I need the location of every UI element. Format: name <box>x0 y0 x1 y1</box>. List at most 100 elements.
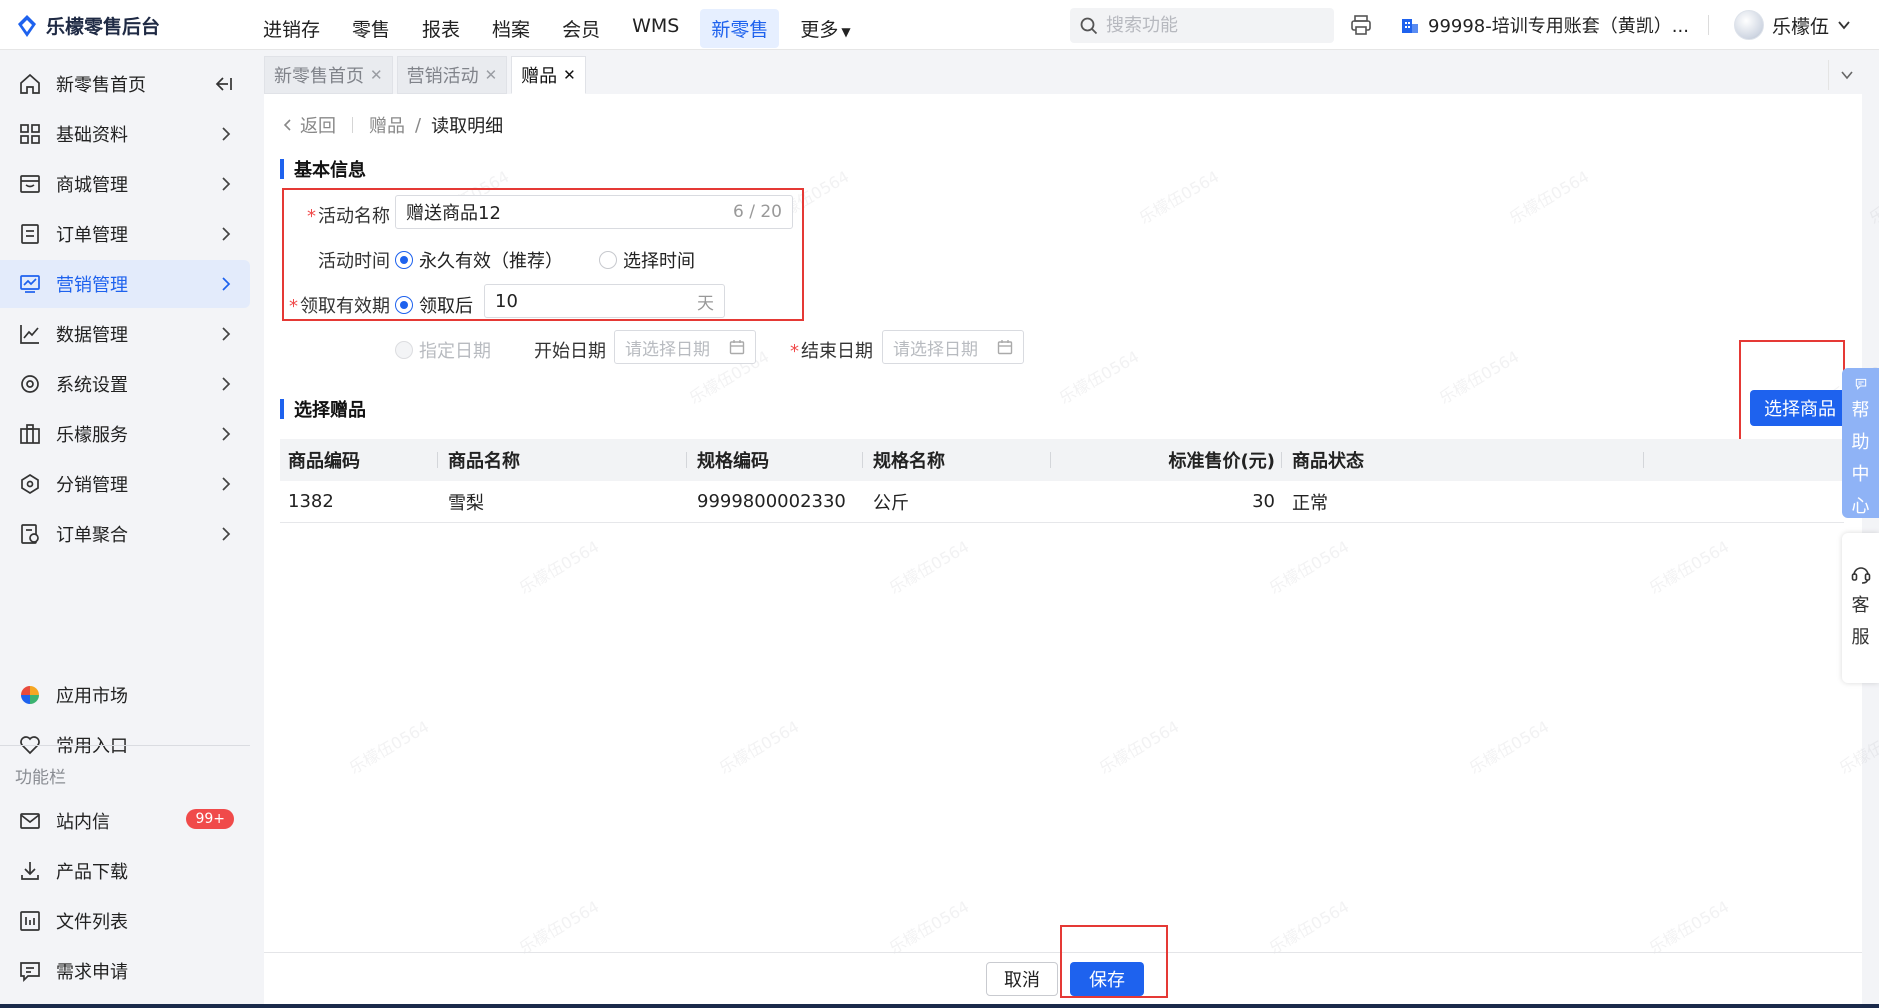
chat-icon <box>1855 378 1866 390</box>
close-icon[interactable]: ✕ <box>563 66 576 84</box>
col-separator <box>1281 452 1282 468</box>
aggregate-icon <box>21 524 39 544</box>
sidebar-item-lemeng-service[interactable]: 乐檬服务 <box>0 410 250 458</box>
tabs-dropdown[interactable] <box>1828 60 1864 90</box>
page-tabs: 新零售首页 ✕ 营销活动 ✕ 赠品 ✕ <box>264 56 586 94</box>
date-placeholder: 请选择日期 <box>893 339 978 360</box>
nav-item-new-retail[interactable]: 新零售 <box>700 9 780 48</box>
watermark: 乐檬伍0564 <box>1095 716 1183 778</box>
sidebar-item-label: 基础资料 <box>56 125 128 146</box>
col-separator <box>1050 452 1051 468</box>
calendar-icon <box>729 340 745 355</box>
user-menu[interactable]: 乐檬伍 <box>1734 10 1851 40</box>
store-icon <box>20 175 40 193</box>
tab-label: 新零售首页 <box>274 66 364 87</box>
radio-label: 指定日期 <box>419 341 491 362</box>
nav-item-reports[interactable]: 报表 <box>411 9 471 48</box>
search-input[interactable] <box>1106 15 1306 36</box>
distribution-icon <box>21 473 39 495</box>
validity-days-input[interactable]: 10 天 <box>484 284 725 318</box>
save-button[interactable]: 保存 <box>1070 962 1144 996</box>
sidebar-item-product-download[interactable]: 产品下载 <box>0 847 250 895</box>
printer-icon[interactable] <box>1349 13 1373 37</box>
account-switcher[interactable]: 99998-培训专用账套（黄凯）... <box>1400 12 1689 38</box>
nav-item-inventory[interactable]: 进销存 <box>252 9 331 48</box>
breadcrumb: 返回 赠品 / 读取明细 <box>282 112 503 138</box>
radio-after-receive[interactable]: 领取后 <box>395 292 473 318</box>
sidebar-item-order-aggregation[interactable]: 订单聚合 <box>0 510 250 558</box>
top-bar: 乐檬零售后台 进销存 零售 报表 档案 会员 WMS 新零售 更多▼ 99998… <box>0 0 1879 50</box>
tab-new-retail-home[interactable]: 新零售首页 ✕ <box>264 56 393 94</box>
sidebar-item-new-retail-home[interactable]: 新零售首页 <box>0 60 250 108</box>
required-mark: * <box>289 296 298 317</box>
back-label: 返回 <box>300 116 336 137</box>
watermark: 乐檬伍0564 <box>345 716 433 778</box>
cell-spec-name: 公斤 <box>873 492 909 514</box>
radio-select-time[interactable]: 选择时间 <box>599 247 695 273</box>
service-char: 客 <box>1851 595 1870 616</box>
sidebar-item-requests[interactable]: 需求申请 <box>0 947 250 995</box>
breadcrumb-parent[interactable]: 赠品 <box>369 112 405 138</box>
nav-item-member[interactable]: 会员 <box>551 9 611 48</box>
sidebar-item-settings[interactable]: 系统设置 <box>0 360 250 408</box>
sidebar-item-distribution[interactable]: 分销管理 <box>0 460 250 508</box>
radio-label: 选择时间 <box>623 251 695 272</box>
back-link[interactable]: 返回 <box>282 112 336 138</box>
sidebar-item-label: 分销管理 <box>56 475 128 496</box>
search-box[interactable] <box>1070 8 1334 43</box>
end-date-label: * 结束日期 <box>790 337 873 363</box>
home-icon <box>20 73 40 94</box>
sidebar-item-orders[interactable]: 订单管理 <box>0 210 250 258</box>
radio-specify-date[interactable]: 指定日期 <box>395 337 491 363</box>
close-icon[interactable]: ✕ <box>485 66 498 84</box>
sidebar-item-basic-data[interactable]: 基础资料 <box>0 110 250 158</box>
tab-marketing-activity[interactable]: 营销活动 ✕ <box>396 56 508 94</box>
col-separator <box>1643 452 1644 468</box>
end-date-picker[interactable]: 请选择日期 <box>882 330 1024 364</box>
cancel-button[interactable]: 取消 <box>986 962 1058 996</box>
sidebar-item-label: 订单管理 <box>56 225 128 246</box>
table-row[interactable]: 1382 雪梨 9999800002330 公斤 30 正常 <box>280 481 1844 523</box>
collapse-sidebar-icon[interactable] <box>214 75 234 93</box>
sidebar-section-label: 功能栏 <box>15 768 66 788</box>
mail-icon <box>20 813 40 829</box>
sidebar-item-data[interactable]: 数据管理 <box>0 310 250 358</box>
watermark: 乐檬伍0564 <box>1055 346 1143 408</box>
col-header-spec-code: 规格编码 <box>697 451 769 472</box>
calendar-icon <box>997 340 1013 355</box>
sidebar-item-mall[interactable]: 商城管理 <box>0 160 250 208</box>
cell-spec-code: 9999800002330 <box>697 491 846 512</box>
sidebar-item-marketing[interactable]: 营销管理 <box>0 260 250 308</box>
date-placeholder: 请选择日期 <box>625 339 710 360</box>
nav-item-wms[interactable]: WMS <box>621 9 690 48</box>
activity-name-input[interactable]: 赠送商品12 6 / 20 <box>395 195 793 229</box>
help-char: 助 <box>1851 432 1870 453</box>
radio-forever-valid[interactable]: 永久有效（推荐） <box>395 247 563 273</box>
sidebar-item-label: 商城管理 <box>56 175 128 196</box>
chevron-right-icon <box>222 427 231 441</box>
select-product-button[interactable]: 选择商品 <box>1750 390 1850 426</box>
sidebar-item-label: 站内信 <box>56 812 110 833</box>
customer-service-float[interactable]: 客 服 <box>1842 533 1879 683</box>
radio-checked <box>395 296 413 314</box>
nav-item-retail[interactable]: 零售 <box>341 9 401 48</box>
col-separator <box>686 452 687 468</box>
sidebar-item-messages[interactable]: 站内信 99+ <box>0 797 250 845</box>
help-center-float[interactable]: 帮 助 中 心 <box>1842 368 1879 518</box>
nav-item-more[interactable]: 更多 ▼ <box>789 9 861 48</box>
sidebar-item-file-list[interactable]: 文件列表 <box>0 897 250 945</box>
user-name: 乐檬伍 <box>1772 15 1830 38</box>
top-nav: 进销存 零售 报表 档案 会员 WMS 新零售 更多 ▼ <box>252 9 862 48</box>
chevron-right-icon <box>222 377 231 391</box>
sidebar-item-app-market[interactable]: 应用市场 <box>0 671 250 719</box>
tab-gift[interactable]: 赠品 ✕ <box>511 56 586 94</box>
app-title: 乐檬零售后台 <box>46 16 161 38</box>
account-name: 99998-培训专用账套（黄凯）... <box>1428 16 1689 37</box>
app-logo[interactable]: 乐檬零售后台 <box>16 12 160 39</box>
end-date-label-text: 结束日期 <box>801 341 873 362</box>
close-icon[interactable]: ✕ <box>370 66 383 84</box>
nav-item-archive[interactable]: 档案 <box>481 9 541 48</box>
watermark: 乐檬伍0564 <box>515 896 603 958</box>
start-date-picker[interactable]: 请选择日期 <box>614 330 756 364</box>
col-separator <box>437 452 438 468</box>
